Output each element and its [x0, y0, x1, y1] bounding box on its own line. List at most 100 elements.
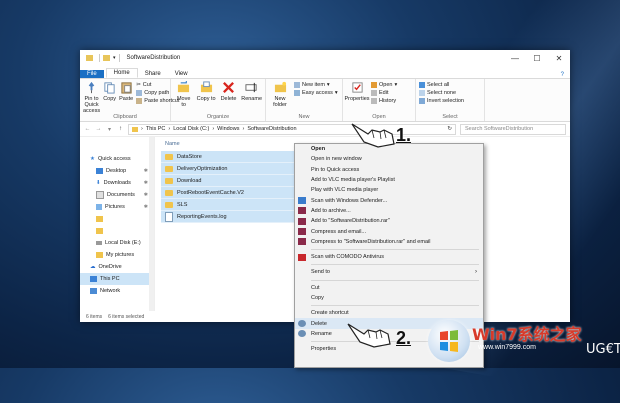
- file-row[interactable]: SLS: [161, 199, 295, 211]
- pin-to-quick-access-button[interactable]: Pin to Quick access: [83, 81, 100, 114]
- menu-label: Pin to Quick access: [311, 166, 360, 173]
- navigation-pane[interactable]: ★ Quick access Desktop ✱ ⬇ Downloads ✱ Docum…: [80, 137, 155, 311]
- new-folder-button[interactable]: New folder: [269, 81, 291, 114]
- pin-icon[interactable]: ✱: [144, 180, 148, 186]
- menu-item-create-shortcut[interactable]: Create shortcut: [295, 308, 483, 318]
- rename-label: Rename: [241, 96, 263, 102]
- nav-pictures[interactable]: Pictures ✱: [80, 201, 154, 213]
- tab-view[interactable]: View: [168, 70, 195, 78]
- menu-item-comodo-scan[interactable]: Scan with COMODO Antivirus: [295, 252, 483, 262]
- delete-ribbon-button[interactable]: Delete: [219, 81, 238, 114]
- menu-item-compress-email[interactable]: Compress and email...: [295, 226, 483, 236]
- breadcrumb-local-disk[interactable]: Local Disk (C:): [173, 126, 209, 132]
- pin-icon[interactable]: ✱: [144, 168, 148, 174]
- minimize-button[interactable]: —: [504, 54, 526, 63]
- menu-item-cut[interactable]: Cut: [295, 283, 483, 293]
- copy-button[interactable]: Copy: [103, 81, 116, 114]
- rename-button[interactable]: Rename: [241, 81, 262, 114]
- pin-icon[interactable]: ✱: [144, 192, 148, 198]
- menu-item-pin-quick-access[interactable]: Pin to Quick access: [295, 165, 483, 175]
- menu-label: Copy: [311, 295, 324, 301]
- open-button[interactable]: Open ▾: [371, 82, 397, 88]
- menu-item-add-rar[interactable]: Add to "SoftwareDistribution.rar": [295, 216, 483, 226]
- edit-button[interactable]: Edit: [371, 90, 397, 96]
- nav-network[interactable]: Network: [80, 285, 154, 297]
- easy-access-button[interactable]: Easy access ▾: [294, 90, 338, 96]
- breadcrumb-windows[interactable]: Windows: [217, 126, 239, 132]
- paste-label: Paste: [119, 96, 134, 102]
- quick-access-toolbar-icon[interactable]: [103, 55, 110, 61]
- menu-item-compress-rar-email[interactable]: Compress to "SoftwareDistribution.rar" a…: [295, 237, 483, 247]
- nav-local-disk-e[interactable]: Local Disk (E:): [80, 237, 154, 249]
- nav-quick-access[interactable]: ★ Quick access: [80, 153, 154, 165]
- tab-home[interactable]: Home: [105, 68, 138, 78]
- nav-scrollbar[interactable]: [149, 137, 154, 311]
- drive-icon: [96, 241, 102, 245]
- new-item-button[interactable]: New item ▾: [294, 82, 338, 88]
- forward-arrow-icon[interactable]: →: [95, 126, 102, 132]
- nav-documents[interactable]: Documents ✱: [80, 189, 154, 201]
- select-none-button[interactable]: Select none: [419, 90, 464, 96]
- properties-label: Properties: [344, 96, 370, 102]
- nav-downloads[interactable]: ⬇ Downloads ✱: [80, 177, 154, 189]
- tab-file[interactable]: File: [80, 70, 104, 78]
- nav-this-pc[interactable]: This PC: [80, 273, 154, 285]
- recent-dropdown-icon[interactable]: ▾: [106, 126, 113, 133]
- menu-item-vlc-playlist[interactable]: Add to VLC media player's Playlist: [295, 175, 483, 185]
- select-all-button[interactable]: Select all: [419, 82, 464, 88]
- copy-to-button[interactable]: Copy to: [196, 81, 216, 114]
- properties-icon: [351, 82, 363, 93]
- menu-item-windows-defender[interactable]: Scan with Windows Defender...: [295, 195, 483, 205]
- properties-button[interactable]: Properties: [344, 81, 370, 114]
- select-all-label: Select all: [427, 82, 450, 88]
- menu-item-send-to[interactable]: Send to ›: [295, 267, 483, 277]
- folder-icon: [165, 201, 173, 208]
- step-1-label: 1.: [396, 125, 412, 145]
- move-to-button[interactable]: Move to: [174, 81, 193, 114]
- history-button[interactable]: History: [371, 98, 397, 104]
- paste-button[interactable]: Paste: [119, 81, 133, 114]
- nav-onedrive[interactable]: ☁ OneDrive: [80, 261, 154, 273]
- help-icon[interactable]: ?: [561, 72, 564, 78]
- file-row[interactable]: Download: [161, 175, 295, 187]
- pin-icon[interactable]: ✱: [144, 204, 148, 210]
- invert-selection-button[interactable]: Invert selection: [419, 98, 464, 104]
- menu-label: Create shortcut: [311, 310, 349, 317]
- menu-label: Rename: [311, 330, 332, 337]
- shield-icon: [298, 320, 306, 328]
- rename-icon: [245, 82, 257, 93]
- tab-share[interactable]: Share: [138, 70, 168, 78]
- nav-desktop[interactable]: Desktop ✱: [80, 165, 154, 177]
- menu-item-add-archive[interactable]: Add to archive...: [295, 206, 483, 216]
- nav-folder-blurred[interactable]: [80, 225, 154, 237]
- nav-folder-blurred[interactable]: [80, 213, 154, 225]
- back-arrow-icon[interactable]: ←: [84, 126, 91, 132]
- breadcrumb-this-pc[interactable]: This PC: [146, 126, 166, 132]
- menu-separator: [311, 264, 479, 266]
- winrar-icon: [298, 228, 306, 236]
- ribbon: Pin to Quick access Copy Paste ✂ Cut Copy…: [80, 79, 570, 122]
- close-button[interactable]: ✕: [548, 54, 570, 63]
- maximize-button[interactable]: ☐: [526, 54, 548, 63]
- file-row[interactable]: PostRebootEventCache.V2: [161, 187, 295, 199]
- divider: [118, 54, 120, 62]
- step-2-label: 2.: [396, 328, 412, 348]
- menu-item-copy[interactable]: Copy: [295, 293, 483, 303]
- breadcrumb-softwaredistribution[interactable]: SoftwareDistribution: [247, 126, 296, 132]
- menu-item-vlc-play[interactable]: Play with VLC media player: [295, 185, 483, 195]
- file-row[interactable]: DataStore: [161, 151, 295, 163]
- file-row[interactable]: ReportingEvents.log: [161, 211, 295, 223]
- refresh-icon[interactable]: ↻: [447, 126, 452, 132]
- edit-icon: [371, 90, 377, 96]
- qat-dropdown-icon[interactable]: ▾: [113, 55, 116, 61]
- search-input[interactable]: Search SoftwareDistribution: [460, 123, 566, 135]
- up-arrow-icon[interactable]: ↑: [117, 126, 124, 132]
- chevron-right-icon: ›: [212, 126, 215, 132]
- title-bar[interactable]: ▾ SoftwareDistribution — ☐ ✕: [80, 50, 570, 66]
- easy-access-icon: [294, 90, 300, 96]
- select-group-label: Select: [442, 114, 458, 120]
- nav-my-pictures[interactable]: My pictures: [80, 249, 154, 261]
- copy-icon: [104, 82, 115, 94]
- menu-item-open-new-window[interactable]: Open in new window: [295, 154, 483, 164]
- file-row[interactable]: DeliveryOptimization: [161, 163, 295, 175]
